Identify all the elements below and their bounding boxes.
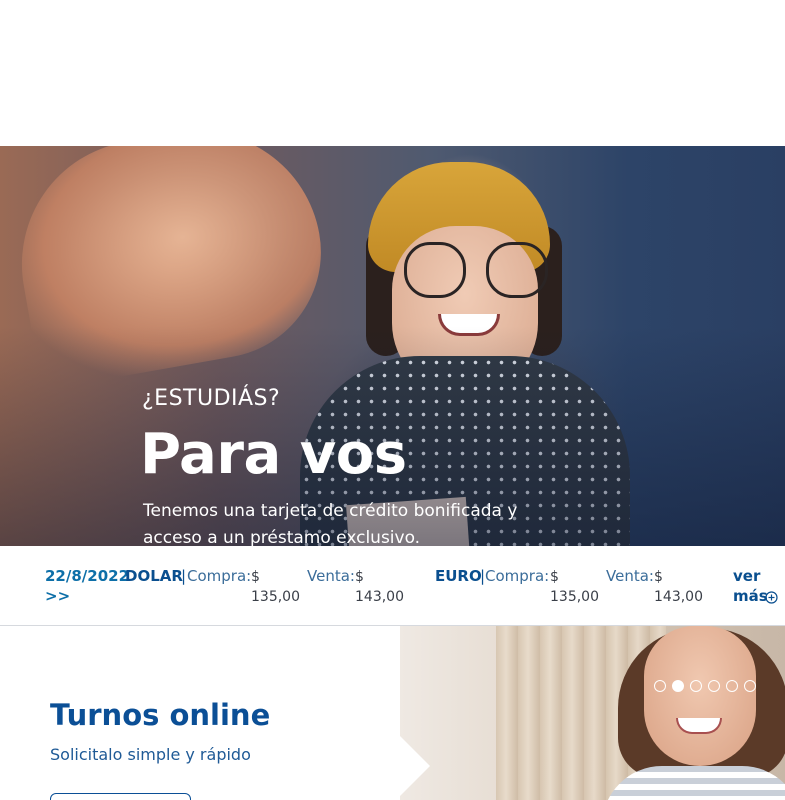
carousel-dot[interactable]: [654, 680, 666, 692]
exchange-rates-bar: 22/8/2022 >> DOLAR | Compra: $ 135,00 Ve…: [0, 546, 785, 626]
euro-venta-value: $ 143,00: [654, 569, 703, 605]
turnos-online-section: Turnos online Solicitalo simple y rápido: [0, 626, 785, 800]
ver-mas-link-second-line[interactable]: más: [733, 587, 768, 605]
ver-mas-link[interactable]: ver: [733, 567, 760, 585]
hero-kicker: ¿ESTUDIÁS?: [142, 386, 281, 411]
top-header: [0, 0, 785, 146]
hero-banner[interactable]: ¿ESTUDIÁS? Para vos Tenemos una tarjeta …: [0, 146, 785, 546]
euro-compra-value: $ 135,00: [550, 569, 599, 605]
carousel-dot[interactable]: [690, 680, 702, 692]
carousel-dot[interactable]: [708, 680, 720, 692]
carousel-dot[interactable]: [744, 680, 756, 692]
turnos-photo: [400, 626, 785, 800]
turnos-title: Turnos online: [50, 698, 271, 732]
dolar-venta-value: $ 143,00: [355, 569, 404, 605]
euro-label: EURO: [435, 567, 482, 585]
hero-description: Tenemos una tarjeta de crédito bonificad…: [143, 501, 518, 546]
dolar-compra-value: $ 135,00: [251, 569, 300, 605]
dolar-venta-label: Venta:: [307, 567, 355, 585]
turnos-subtitle: Solicitalo simple y rápido: [50, 745, 251, 764]
dolar-compra-label: Compra:: [187, 567, 252, 585]
dolar-separator: |: [181, 567, 187, 585]
carousel-dot[interactable]: [672, 680, 684, 692]
photo-arrow-notch: [400, 736, 430, 796]
turnos-cta-button[interactable]: [50, 793, 191, 800]
euro-compra-label: Compra:: [485, 567, 550, 585]
euro-venta-label: Venta:: [606, 567, 654, 585]
hero-title: Para vos: [140, 422, 407, 487]
rates-date-more-link[interactable]: >>: [45, 587, 70, 605]
rates-date-link[interactable]: 22/8/2022: [45, 567, 129, 585]
carousel-dot[interactable]: [726, 680, 738, 692]
dolar-label: DOLAR: [125, 567, 183, 585]
plus-circle-icon[interactable]: [765, 590, 778, 604]
